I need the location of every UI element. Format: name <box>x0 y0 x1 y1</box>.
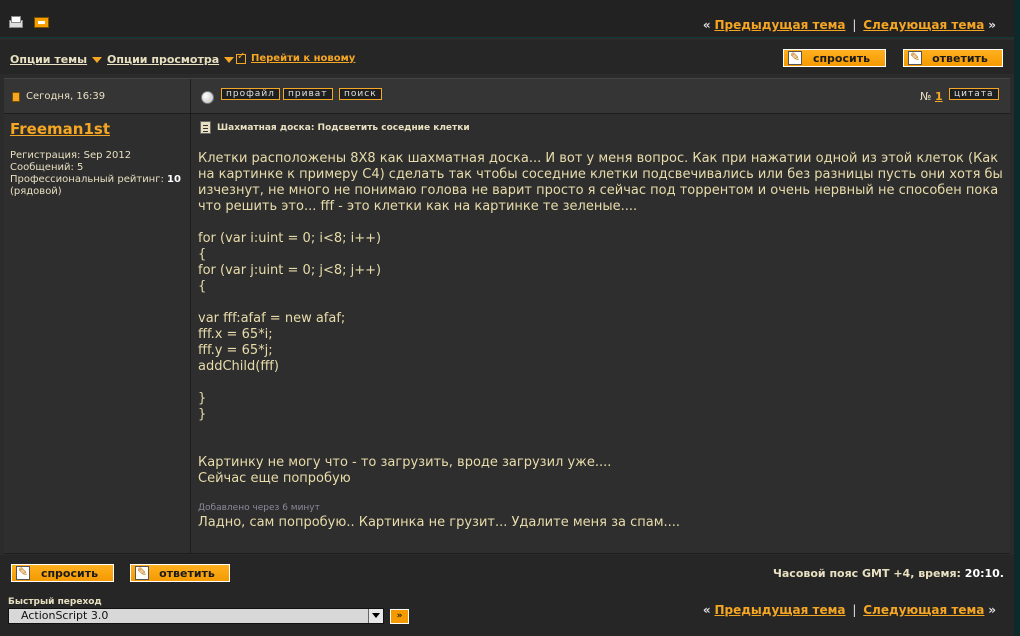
user-rank: (рядовой) <box>10 186 62 197</box>
post-text: Клетки расположены 8X8 как шахматная дос… <box>198 151 1003 486</box>
timezone-label: Часовой пояс GMT +4, время: <box>773 567 961 580</box>
nav-open-bracket: « <box>702 603 711 617</box>
post-date: Сегодня, 16:39 <box>12 91 105 102</box>
quick-jump-value: ActionScript 3.0 <box>21 609 109 622</box>
post-header: Сегодня, 16:39 профайл приват поиск № 1 … <box>4 78 1010 114</box>
email-icon[interactable] <box>34 17 49 28</box>
reply-button[interactable]: ответить <box>903 49 1003 67</box>
ask-button-label: спросить <box>40 566 99 580</box>
thread-nav-bottom: « Предыдущая тема | Следующая тема » <box>703 603 996 617</box>
quick-jump-label: Быстрый переход <box>8 597 102 607</box>
thread-nav-top: « Предыдущая тема | Следующая тема » <box>703 18 996 32</box>
next-thread-link[interactable]: Следующая тема <box>863 18 984 32</box>
post-date-text: Сегодня, 16:39 <box>26 91 106 102</box>
chevron-down-icon[interactable] <box>368 609 383 623</box>
post-body: Freeman1st Регистрация: Sep 2012 Сообщен… <box>4 114 1010 554</box>
next-thread-link-bottom[interactable]: Следующая тема <box>863 603 984 617</box>
reply-button-label: ответить <box>159 566 215 580</box>
nav-separator: | <box>852 603 857 617</box>
user-rating: Профессиональный рейтинг: 10 <box>10 174 181 186</box>
post-date-cell: Сегодня, 16:39 <box>4 79 191 114</box>
timezone-info: Часовой пояс GMT +4, время: 20:10. <box>773 567 1004 580</box>
edit-icon <box>135 565 149 580</box>
search-button[interactable]: поиск <box>339 88 382 100</box>
prev-thread-link-bottom[interactable]: Предыдущая тема <box>714 603 845 617</box>
view-options-menu[interactable]: Опции просмотра <box>107 53 235 66</box>
nav-close-bracket: » <box>988 18 996 32</box>
user-rating-value: 10 <box>167 174 181 185</box>
edit-icon <box>16 565 30 580</box>
post-number-prefix: № <box>920 90 932 103</box>
post-number: № 1 <box>920 90 943 103</box>
edit-icon <box>788 50 802 65</box>
user-info-cell: Freeman1st Регистрация: Sep 2012 Сообщен… <box>4 114 191 554</box>
prev-thread-link[interactable]: Предыдущая тема <box>714 18 845 32</box>
post-title: Шахматная доска: Подсветить соседние кле… <box>200 121 470 134</box>
author-name-link[interactable]: Freeman1st <box>10 120 110 138</box>
nav-separator: | <box>852 18 857 32</box>
document-icon <box>12 91 20 102</box>
status-dot-icon <box>201 91 214 104</box>
go-to-new-link[interactable]: Перейти к новому <box>236 51 356 64</box>
profile-button[interactable]: профайл <box>221 88 280 100</box>
checkbox-icon <box>236 51 246 64</box>
quick-jump-go-button[interactable]: » <box>390 609 409 624</box>
user-registration: Регистрация: Sep 2012 <box>10 150 132 161</box>
quick-jump-select[interactable]: ActionScript 3.0 <box>8 608 384 624</box>
thread-options-label: Опции темы <box>10 53 88 66</box>
user-message-count: Сообщений: 5 <box>10 162 84 173</box>
ask-button-bottom[interactable]: спросить <box>11 564 114 582</box>
timezone-time: 20:10. <box>964 567 1004 580</box>
top-icons <box>8 16 49 28</box>
user-info: Регистрация: Sep 2012 Сообщений: 5 Профе… <box>10 150 181 198</box>
page: « Предыдущая тема | Следующая тема » Опц… <box>0 0 1020 636</box>
post-text-appended: Ладно, сам попробую.. Картинка не грузит… <box>198 515 681 530</box>
view-options-label: Опции просмотра <box>107 53 220 66</box>
post-number-link[interactable]: 1 <box>935 90 943 103</box>
edit-icon <box>908 50 922 65</box>
reply-button-bottom[interactable]: ответить <box>130 564 230 582</box>
options-bar: Опции темы Опции просмотра Перейти к нов… <box>0 40 1014 74</box>
chevron-down-icon <box>92 56 103 63</box>
post-title-text: Шахматная доска: Подсветить соседние кле… <box>217 122 470 133</box>
chevron-down-icon <box>224 56 235 63</box>
added-note: Добавлено через 6 минут <box>198 503 320 513</box>
quote-button[interactable]: цитата <box>949 88 999 100</box>
private-message-button[interactable]: приват <box>283 88 333 100</box>
reply-button-label: ответить <box>932 51 988 65</box>
thread-options-menu[interactable]: Опции темы <box>10 53 103 66</box>
top-bar: « Предыдущая тема | Следующая тема » <box>0 0 1014 38</box>
nav-close-bracket: » <box>988 603 996 617</box>
print-icon[interactable] <box>8 16 23 28</box>
go-to-new-label: Перейти к новому <box>251 53 356 64</box>
ask-button[interactable]: спросить <box>783 49 886 67</box>
ask-button-label: спросить <box>812 51 871 65</box>
user-rating-label: Профессиональный рейтинг: <box>10 174 164 185</box>
nav-open-bracket: « <box>702 18 711 32</box>
document-icon <box>200 121 211 134</box>
bottom-bar: спросить ответить Часовой пояс GMT +4, в… <box>0 555 1014 636</box>
